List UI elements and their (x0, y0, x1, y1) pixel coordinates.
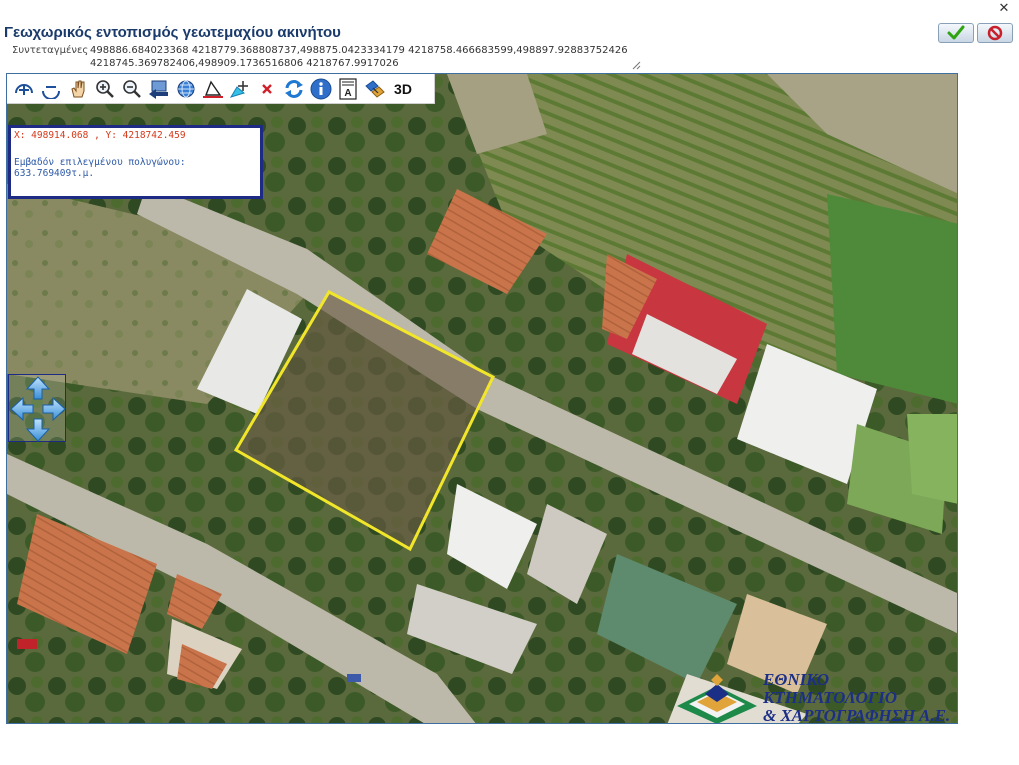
svg-text:A: A (344, 88, 351, 99)
logo-line-1: ΕΘΝΙΚΟ ΚΤΗΜΑΤΟΛΟΓΙΟ (763, 670, 897, 707)
zoom-out-minus-icon[interactable] (37, 76, 64, 102)
pan-control[interactable] (8, 374, 66, 442)
zoom-in-magnifier-icon[interactable] (91, 76, 118, 102)
measurement-info-panel: X: 498914.068 , Y: 4218742.459 Εμβαδόν ε… (8, 125, 263, 199)
info-icon[interactable] (307, 76, 334, 102)
ktimatologio-logo: ΕΘΝΙΚΟ ΚΤΗΜΑΤΟΛΟΓΙΟ & ΧΑΡΤΟΓΡΑΦΗΣΗ Α.Ε. (675, 670, 955, 724)
pan-left-arrow[interactable] (10, 396, 34, 422)
close-icon[interactable]: ✕ (997, 2, 1011, 16)
coordinates-field[interactable]: 498886.684023368 4218779.368808737,49887… (88, 43, 641, 71)
dialog-title: Γεωχωρικός εντοπισμός γεωτεμαχίου ακινήτ… (4, 24, 341, 41)
confirm-button[interactable] (938, 23, 974, 43)
draw-polygon-icon[interactable] (226, 76, 253, 102)
polygon-area-label: Εμβαδόν επιλεγμένου πολυγώνου: (14, 157, 186, 168)
clear-icon[interactable] (253, 76, 280, 102)
zoom-out-magnifier-icon[interactable] (118, 76, 145, 102)
no-entry-icon (987, 25, 1003, 41)
logo-line-2: & ΧΑΡΤΟΓΡΑΦΗΣΗ Α.Ε. (763, 706, 951, 724)
polygon-area-value: 633.769409τ.μ. (14, 168, 95, 179)
measure-polygon-icon[interactable] (199, 76, 226, 102)
zoom-in-plus-icon[interactable] (10, 76, 37, 102)
checkmark-icon (947, 25, 965, 40)
pan-down-arrow[interactable] (25, 418, 51, 442)
refresh-icon[interactable] (280, 76, 307, 102)
resize-grip-icon[interactable] (632, 61, 641, 70)
previous-extent-icon[interactable] (145, 76, 172, 102)
logo-emblem-icon (677, 674, 757, 723)
map-toolbar: A 3D (7, 74, 435, 104)
legend-icon[interactable]: A (334, 76, 361, 102)
pan-up-arrow[interactable] (25, 376, 51, 400)
pan-hand-icon[interactable] (64, 76, 91, 102)
full-extent-globe-icon[interactable] (172, 76, 199, 102)
dialog-footer (0, 748, 1019, 765)
layers-icon[interactable] (361, 76, 388, 102)
cursor-coordinates: X: 498914.068 , Y: 4218742.459 (14, 130, 186, 141)
dialog-window: ✕ Γεωχωρικός εντοπισμός γεωτεμαχίου ακιν… (0, 0, 1019, 765)
pan-arrows-icon (10, 376, 66, 442)
coordinates-label: Συντεταγμένες (12, 45, 89, 56)
3d-view-button[interactable]: 3D (388, 76, 418, 102)
pan-right-arrow[interactable] (42, 396, 66, 422)
map-view[interactable]: A 3D X: 498914.068 , Y: 4218742.459 Εμβα… (6, 73, 958, 724)
cancel-button[interactable] (977, 23, 1013, 43)
